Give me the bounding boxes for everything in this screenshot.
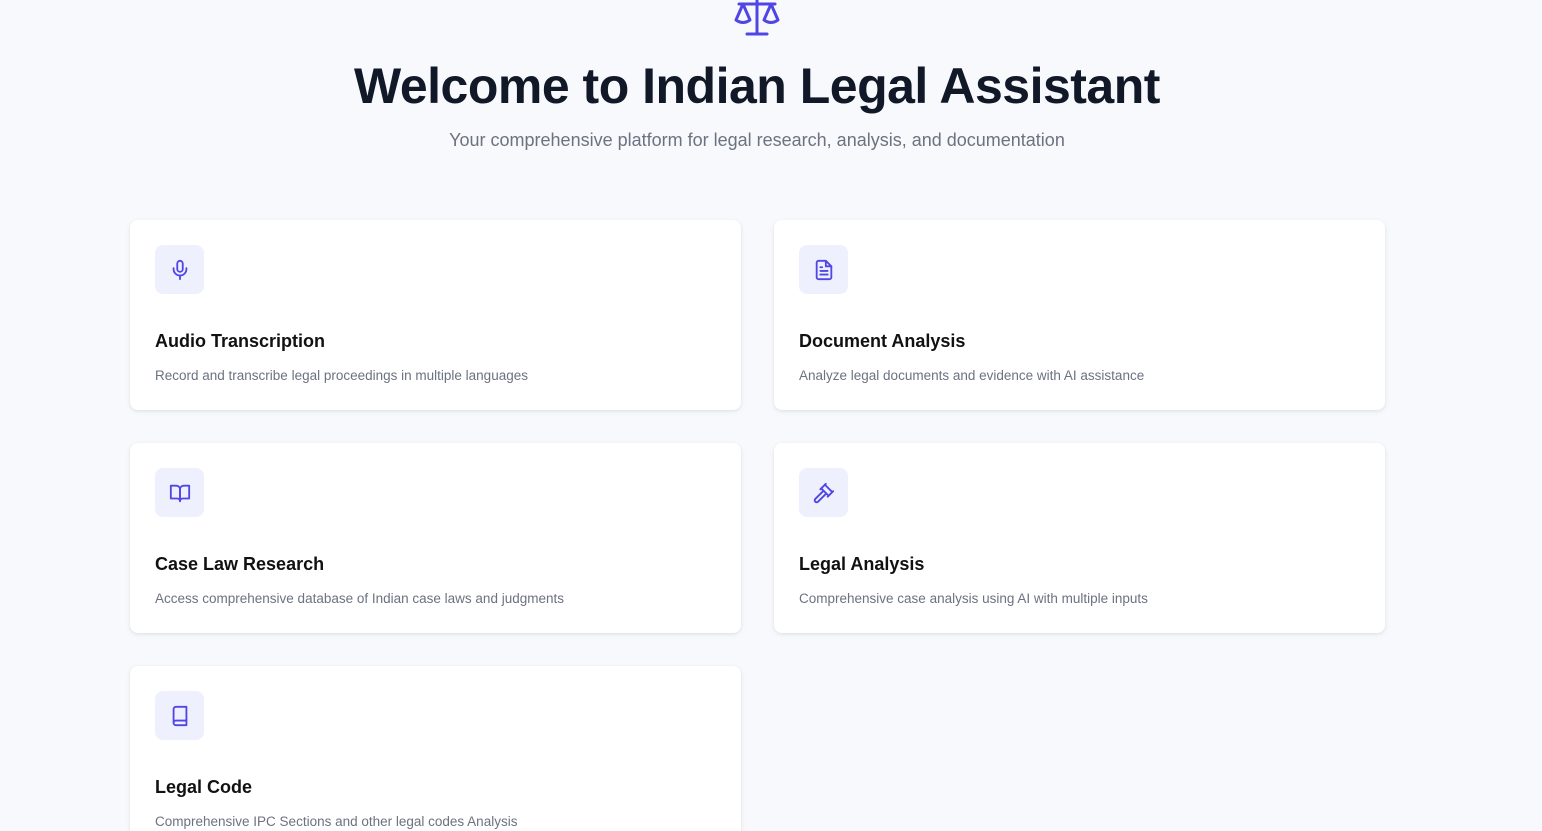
feature-card-icon-box [155, 245, 204, 294]
feature-card-legal-code[interactable]: Legal Code Comprehensive IPC Sections an… [130, 666, 741, 831]
scale-icon [734, 0, 780, 36]
feature-card-icon-box [155, 468, 204, 517]
open-book-icon [169, 484, 190, 502]
feature-card-icon-box [799, 245, 848, 294]
page-subtitle: Your comprehensive platform for legal re… [449, 130, 1065, 150]
feature-card-title: Case Law Research [155, 554, 325, 574]
home-page: Welcome to Indian Legal Assistant Your c… [0, 0, 1542, 831]
feature-card-icon-box [799, 468, 848, 517]
microphone-icon [172, 259, 187, 280]
feature-card-description: Record and transcribe legal proceedings … [155, 368, 528, 383]
page-title: Welcome to Indian Legal Assistant [354, 58, 1160, 114]
feature-card-description: Comprehensive case analysis using AI wit… [799, 591, 1148, 606]
feature-card-icon-box [155, 691, 204, 740]
gavel-icon [813, 482, 834, 503]
feature-card-audio-transcription[interactable]: Audio Transcription Record and transcrib… [130, 220, 741, 410]
feature-card-title: Legal Analysis [799, 554, 925, 574]
feature-card-document-analysis[interactable]: Document Analysis Analyze legal document… [774, 220, 1385, 410]
feature-card-case-law-research[interactable]: Case Law Research Access comprehensive d… [130, 443, 741, 633]
feature-card-description: Analyze legal documents and evidence wit… [799, 368, 1145, 383]
document-icon [815, 259, 832, 280]
feature-card-title: Legal Code [155, 777, 253, 797]
book-icon [172, 705, 187, 726]
feature-card-description: Comprehensive IPC Sections and other leg… [155, 814, 518, 829]
feature-card-title: Document Analysis [799, 331, 966, 351]
feature-card-description: Access comprehensive database of Indian … [155, 591, 564, 606]
feature-card-legal-analysis[interactable]: Legal Analysis Comprehensive case analys… [774, 443, 1385, 633]
feature-card-title: Audio Transcription [155, 331, 326, 351]
feature-grid: Audio Transcription Record and transcrib… [130, 220, 1385, 831]
